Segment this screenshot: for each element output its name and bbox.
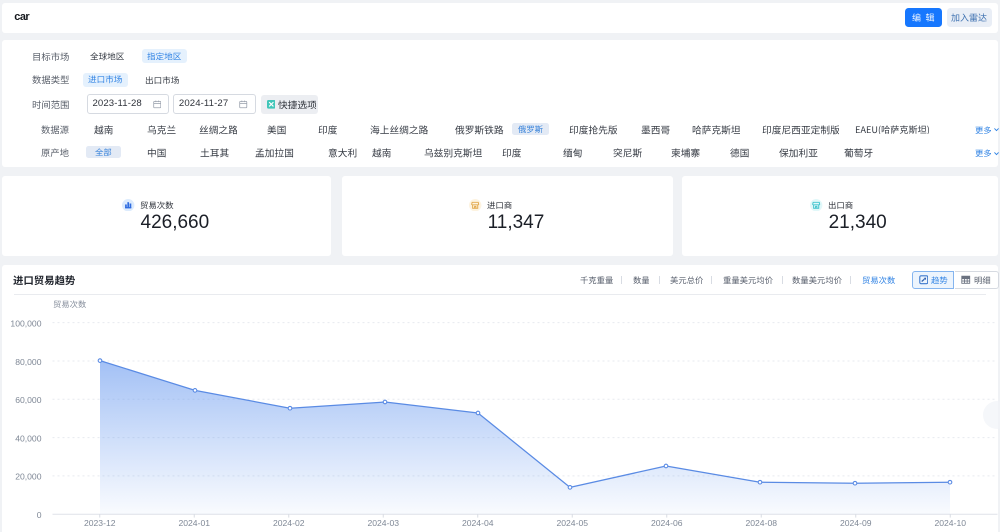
svg-text:0: 0 — [37, 510, 42, 520]
svg-text:2024-01: 2024-01 — [178, 518, 210, 528]
svg-text:2024-03: 2024-03 — [367, 518, 399, 528]
svg-text:2024-04: 2024-04 — [462, 518, 494, 528]
svg-text:80,000: 80,000 — [15, 357, 42, 367]
svg-text:2023-12: 2023-12 — [84, 518, 116, 528]
svg-text:20,000: 20,000 — [15, 472, 42, 482]
svg-text:2024-08: 2024-08 — [745, 518, 777, 528]
svg-text:60,000: 60,000 — [15, 395, 42, 405]
svg-text:2024-09: 2024-09 — [840, 518, 872, 528]
svg-text:2024-02: 2024-02 — [273, 518, 305, 528]
svg-text:2024-10: 2024-10 — [934, 518, 966, 528]
svg-text:100,000: 100,000 — [10, 318, 41, 328]
svg-text:2024-05: 2024-05 — [556, 518, 588, 528]
svg-text:2024-06: 2024-06 — [651, 518, 683, 528]
svg-text:40,000: 40,000 — [15, 433, 42, 443]
